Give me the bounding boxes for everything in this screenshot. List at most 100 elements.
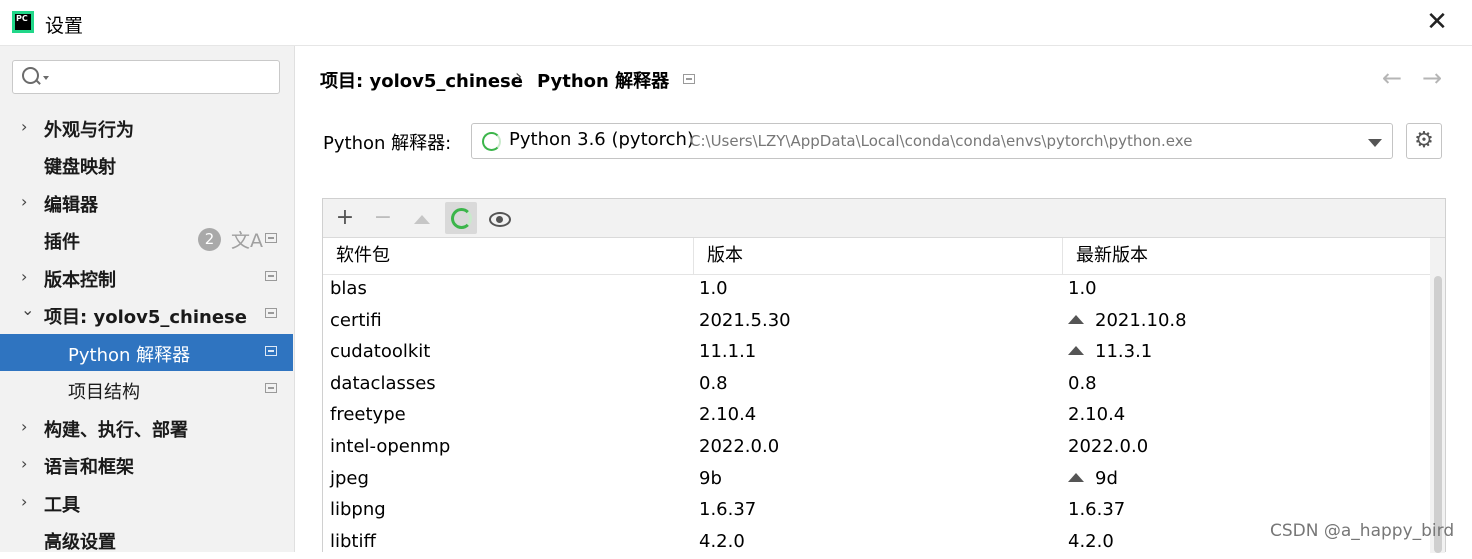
breadcrumb-page: Python 解释器 <box>537 71 670 92</box>
package-name: blas <box>330 278 367 299</box>
table-row[interactable]: certifi 2021.5.30 2021.10.8 <box>323 307 1430 339</box>
sidebar-item-label: 编辑器 <box>44 195 98 216</box>
sidebar-item-label: 项目: yolov5_chinese <box>44 307 247 328</box>
sidebar-item-label: 插件 <box>44 232 80 253</box>
package-version: 9b <box>699 467 722 489</box>
packages-table-body: blas 1.0 1.0 certifi 2021.5.30 2021.10.8… <box>323 275 1430 559</box>
sidebar-item-version-control[interactable]: › 版本控制 <box>0 259 293 296</box>
package-name: libtiff <box>330 530 376 552</box>
logo-text: PC <box>15 14 31 30</box>
table-row[interactable]: libpng 1.6.37 1.6.37 <box>323 496 1430 528</box>
window-title: 设置 <box>45 15 84 37</box>
sidebar-item-label: 构建、执行、部署 <box>44 420 188 441</box>
chevron-down-icon[interactable]: ⌄ <box>21 300 34 319</box>
project-scope-icon <box>265 308 277 318</box>
translate-icon: 文A <box>231 230 263 252</box>
package-version: 2021.5.30 <box>699 309 791 331</box>
sidebar-item-project[interactable]: ⌄ 项目: yolov5_chinese <box>0 296 293 333</box>
chevron-right-icon[interactable]: › <box>21 192 27 211</box>
column-header-latest[interactable]: 最新版本 <box>1063 238 1430 274</box>
package-name: libpng <box>330 499 386 521</box>
gear-icon[interactable]: ⚙ <box>1406 123 1442 159</box>
packages-toolbar: + − <box>323 199 1445 238</box>
sidebar-item-label: 工具 <box>44 495 80 516</box>
package-name: freetype <box>330 404 406 426</box>
sidebar-item-label: 高级设置 <box>44 532 116 553</box>
project-scope-icon <box>683 74 695 84</box>
table-row[interactable]: blas 1.0 1.0 <box>323 275 1430 307</box>
upgrade-available-icon <box>1068 472 1084 482</box>
sidebar-item-python-interpreter[interactable]: Python 解释器 <box>0 334 293 371</box>
chevron-right-icon[interactable]: › <box>21 117 27 136</box>
upgrade-available-icon <box>1068 314 1084 324</box>
show-early-releases-eye-icon[interactable] <box>484 202 516 234</box>
packages-table-header: 软件包 版本 最新版本 <box>323 238 1430 275</box>
settings-sidebar: › 外观与行为 键盘映射 › 编辑器 插件 2 文A › 版本控制 ⌄ 项目: … <box>0 46 295 553</box>
package-version: 2.10.4 <box>699 404 757 426</box>
sidebar-item-editor[interactable]: › 编辑器 <box>0 184 293 221</box>
package-version: 4.2.0 <box>699 530 745 552</box>
package-version: 0.8 <box>699 372 728 394</box>
chevron-right-icon[interactable]: › <box>21 492 27 511</box>
sidebar-item-project-structure[interactable]: 项目结构 <box>0 371 293 408</box>
sidebar-item-keymap[interactable]: 键盘映射 <box>0 146 293 183</box>
sidebar-item-label: 项目结构 <box>68 382 140 403</box>
chevron-right-icon[interactable]: › <box>21 417 27 436</box>
close-icon[interactable]: ✕ <box>1423 8 1451 36</box>
forward-arrow-icon[interactable]: → <box>1422 64 1442 92</box>
package-name: cudatoolkit <box>330 341 431 363</box>
search-field[interactable] <box>12 60 280 94</box>
upgrade-package-icon[interactable] <box>406 202 438 234</box>
sidebar-item-tools[interactable]: › 工具 <box>0 484 293 521</box>
search-input[interactable] <box>53 65 277 91</box>
breadcrumb-project[interactable]: 项目: yolov5_chinese <box>320 67 523 93</box>
upgrade-available-icon <box>1068 346 1084 356</box>
column-header-version[interactable]: 版本 <box>694 238 1063 274</box>
package-latest: 1.0 <box>1068 278 1097 299</box>
table-row[interactable]: cudatoolkit 11.1.1 11.3.1 <box>323 338 1430 370</box>
scrollbar-thumb[interactable] <box>1434 276 1442 553</box>
package-name: jpeg <box>330 467 369 489</box>
package-latest: 9d <box>1068 468 1118 489</box>
search-history-dropdown-icon[interactable] <box>43 76 49 80</box>
sidebar-item-label: 键盘映射 <box>44 157 116 178</box>
sidebar-item-languages[interactable]: › 语言和框架 <box>0 446 293 483</box>
table-row[interactable]: intel-openmp 2022.0.0 2022.0.0 <box>323 433 1430 465</box>
package-latest: 11.3.1 <box>1068 341 1152 362</box>
package-latest: 2021.10.8 <box>1068 310 1187 331</box>
search-icon <box>22 67 39 84</box>
title-bar: PC 设置 ✕ <box>0 0 1472 46</box>
project-scope-icon <box>265 383 277 393</box>
project-scope-icon <box>265 271 277 281</box>
sidebar-item-plugins[interactable]: 插件 2 文A <box>0 221 293 258</box>
package-version: 2022.0.0 <box>699 435 780 457</box>
package-latest: 2022.0.0 <box>1068 435 1149 457</box>
sidebar-item-build-execution[interactable]: › 构建、执行、部署 <box>0 409 293 446</box>
back-arrow-icon[interactable]: ← <box>1382 64 1402 92</box>
table-row[interactable]: libtiff 4.2.0 4.2.0 <box>323 528 1430 559</box>
add-package-icon[interactable]: + <box>329 202 361 234</box>
sidebar-item-label: 外观与行为 <box>44 120 134 141</box>
conda-toggle-icon[interactable] <box>445 202 477 234</box>
package-latest: 2.10.4 <box>1068 404 1126 426</box>
table-row[interactable]: dataclasses 0.8 0.8 <box>323 370 1430 402</box>
update-count-badge: 2 <box>198 228 221 251</box>
remove-package-icon[interactable]: − <box>367 202 399 234</box>
chevron-right-icon[interactable]: › <box>21 454 27 473</box>
table-scrollbar[interactable] <box>1430 238 1445 553</box>
column-header-package[interactable]: 软件包 <box>323 238 694 274</box>
interpreter-path: C:\Users\LZY\AppData\Local\conda\conda\e… <box>690 132 1193 150</box>
chevron-right-icon[interactable]: › <box>21 267 27 286</box>
packages-panel: + − 软件包 版本 最新版本 blas 1.0 1.0 certifi 202… <box>322 198 1446 553</box>
project-scope-icon <box>265 233 277 243</box>
package-name: certifi <box>330 309 382 331</box>
package-latest: 1.6.37 <box>1068 499 1126 521</box>
sidebar-item-appearance[interactable]: › 外观与行为 <box>0 109 293 146</box>
table-row[interactable]: freetype 2.10.4 2.10.4 <box>323 401 1430 433</box>
dropdown-arrow-icon[interactable] <box>1368 139 1382 147</box>
interpreter-dropdown[interactable]: Python 3.6 (pytorch) C:\Users\LZY\AppDat… <box>471 123 1393 159</box>
interpreter-label: Python 解释器: <box>323 133 452 154</box>
table-row[interactable]: jpeg 9b 9d <box>323 465 1430 497</box>
package-latest: 4.2.0 <box>1068 530 1114 552</box>
sidebar-item-advanced[interactable]: 高级设置 <box>0 521 293 558</box>
